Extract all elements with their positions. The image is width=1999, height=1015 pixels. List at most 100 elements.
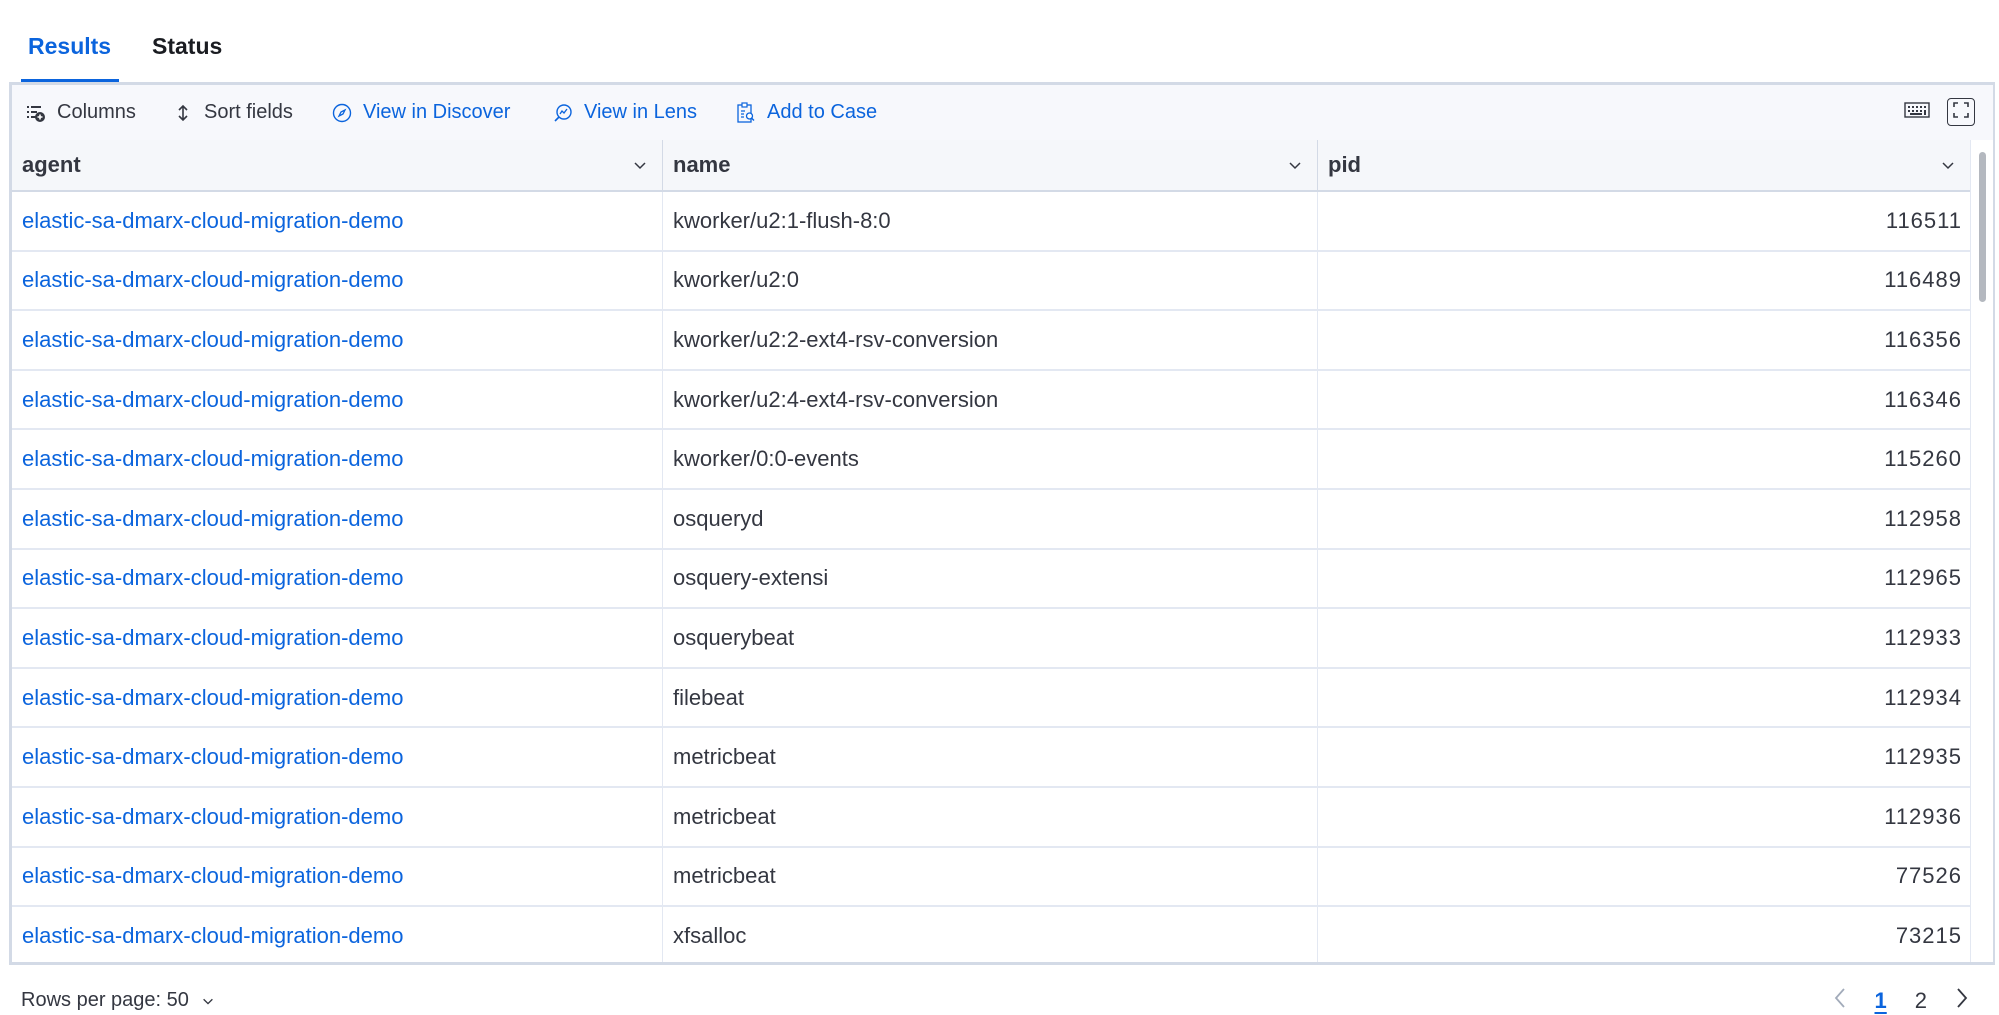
sort-fields-button[interactable]: Sort fields [172, 85, 293, 140]
view-in-lens-label: View in Lens [584, 101, 698, 123]
cell-pid: 112936 [1318, 788, 1970, 846]
cell-agent[interactable]: elastic-sa-dmarx-cloud-migration-demo [12, 907, 663, 962]
cell-name: kworker/u2:2-ext4-rsv-conversion [663, 311, 1318, 369]
page-2-button[interactable]: 2 [1915, 988, 1927, 1014]
cell-agent[interactable]: elastic-sa-dmarx-cloud-migration-demo [12, 311, 663, 369]
cell-agent[interactable]: elastic-sa-dmarx-cloud-migration-demo [12, 192, 663, 250]
cell-agent[interactable]: elastic-sa-dmarx-cloud-migration-demo [12, 847, 663, 906]
grid-toolbar: Columns Sort fields View in Discover Vie… [12, 85, 1993, 142]
table-row: elastic-sa-dmarx-cloud-migration-demo kwo… [12, 192, 1970, 252]
keyboard-icon [1904, 101, 1930, 124]
cell-name: xfsalloc [663, 907, 1318, 962]
table-row: elastic-sa-dmarx-cloud-migration-demo met… [12, 788, 1970, 848]
next-page-button[interactable] [1955, 987, 1969, 1015]
chevron-left-icon [1834, 988, 1845, 1008]
column-header-label: pid [1328, 152, 1361, 177]
cell-agent[interactable]: elastic-sa-dmarx-cloud-migration-demo [12, 430, 663, 488]
cell-pid: 112935 [1318, 728, 1970, 786]
cell-pid: 116511 [1318, 192, 1970, 250]
columns-label: Columns [57, 101, 136, 123]
rows-per-page-label: Rows per page: 50 [21, 989, 189, 1011]
table-row: elastic-sa-dmarx-cloud-migration-demo kwo… [12, 430, 1970, 490]
lens-icon [552, 102, 574, 124]
table-row: elastic-sa-dmarx-cloud-migration-demo osq… [12, 490, 1970, 550]
cell-agent[interactable]: elastic-sa-dmarx-cloud-migration-demo [12, 668, 663, 727]
view-in-discover-button[interactable]: View in Discover [331, 85, 510, 140]
cell-name: metricbeat [663, 788, 1318, 846]
cell-pid: 116346 [1318, 371, 1970, 429]
clipboard-icon [735, 101, 757, 124]
sort-icon [172, 102, 194, 124]
tab-results[interactable]: Results [28, 33, 111, 60]
grid-body: elastic-sa-dmarx-cloud-migration-demo kwo… [12, 192, 1970, 962]
cell-agent[interactable]: elastic-sa-dmarx-cloud-migration-demo [12, 251, 663, 310]
tab-status[interactable]: Status [152, 33, 222, 60]
cell-name: osquery-extensi [663, 549, 1318, 608]
chevron-right-icon [1957, 988, 1968, 1008]
cell-name: kworker/u2:1-flush-8:0 [663, 192, 1318, 250]
table-row: elastic-sa-dmarx-cloud-migration-demo kwo… [12, 311, 1970, 371]
fullscreen-button[interactable] [1947, 98, 1975, 126]
fullscreen-icon [1952, 101, 1970, 124]
table-row: elastic-sa-dmarx-cloud-migration-demo kwo… [12, 251, 1970, 312]
column-header-pid[interactable]: pid [1318, 140, 1970, 190]
table-row: elastic-sa-dmarx-cloud-migration-demo met… [12, 728, 1970, 788]
cell-agent[interactable]: elastic-sa-dmarx-cloud-migration-demo [12, 728, 663, 786]
grid-footer: Rows per page: 50 1 2 [0, 965, 1999, 1013]
column-header-name[interactable]: name [663, 140, 1318, 190]
grid-header-row: agent name pid [12, 140, 1970, 192]
columns-button[interactable]: Columns [25, 85, 136, 140]
cell-pid: 115260 [1318, 430, 1970, 488]
page-1-button[interactable]: 1 [1875, 988, 1887, 1014]
chevron-down-icon[interactable] [1940, 157, 1956, 173]
cell-agent[interactable]: elastic-sa-dmarx-cloud-migration-demo [12, 609, 663, 667]
cell-name: metricbeat [663, 728, 1318, 786]
add-to-case-button[interactable]: Add to Case [735, 85, 877, 140]
columns-icon [25, 102, 47, 124]
cell-pid: 112965 [1318, 550, 1970, 608]
cell-pid: 77526 [1318, 848, 1970, 906]
cell-pid: 112958 [1318, 490, 1970, 548]
view-in-lens-button[interactable]: View in Lens [552, 85, 697, 140]
cell-name: metricbeat [663, 847, 1318, 906]
table-row: elastic-sa-dmarx-cloud-migration-demo fil… [12, 668, 1970, 729]
cell-agent[interactable]: elastic-sa-dmarx-cloud-migration-demo [12, 370, 663, 429]
cell-pid: 112933 [1318, 609, 1970, 667]
column-header-agent[interactable]: agent [12, 140, 663, 190]
vertical-scrollbar[interactable] [1970, 140, 1993, 962]
cell-agent[interactable]: elastic-sa-dmarx-cloud-migration-demo [12, 490, 663, 548]
keyboard-shortcuts-button[interactable] [1902, 97, 1932, 127]
cell-pid: 116356 [1318, 311, 1970, 369]
view-in-discover-label: View in Discover [363, 101, 511, 123]
cell-name: kworker/0:0-events [663, 430, 1318, 488]
chevron-down-icon[interactable] [1287, 157, 1303, 173]
tab-bar: Results Status [0, 0, 1999, 83]
cell-name: filebeat [663, 668, 1318, 727]
cell-agent[interactable]: elastic-sa-dmarx-cloud-migration-demo [12, 788, 663, 846]
compass-icon [331, 102, 353, 124]
cell-pid: 73215 [1318, 907, 1970, 962]
sort-fields-label: Sort fields [204, 101, 293, 123]
column-header-label: name [673, 152, 731, 177]
previous-page-button[interactable] [1833, 987, 1847, 1015]
table-row: elastic-sa-dmarx-cloud-migration-demo met… [12, 847, 1970, 908]
chevron-down-icon[interactable] [632, 157, 648, 173]
cell-pid: 116489 [1318, 252, 1970, 310]
column-header-label: agent [22, 152, 81, 177]
cell-name: kworker/u2:0 [663, 251, 1318, 310]
cell-name: kworker/u2:4-ext4-rsv-conversion [663, 370, 1318, 429]
cell-agent[interactable]: elastic-sa-dmarx-cloud-migration-demo [12, 549, 663, 608]
rows-per-page-button[interactable]: Rows per page: 50 [21, 989, 215, 1012]
table-row: elastic-sa-dmarx-cloud-migration-demo xfs… [12, 907, 1970, 962]
table-row: elastic-sa-dmarx-cloud-migration-demo osq… [12, 549, 1970, 610]
chevron-down-icon [203, 998, 213, 1005]
results-data-grid: Columns Sort fields View in Discover Vie… [9, 82, 1995, 965]
cell-name: osquerybeat [663, 609, 1318, 667]
pagination: 1 2 [1833, 987, 1970, 1015]
scrollbar-thumb[interactable] [1979, 152, 1986, 302]
cell-pid: 112934 [1318, 669, 1970, 727]
add-to-case-label: Add to Case [767, 101, 878, 123]
table-row: elastic-sa-dmarx-cloud-migration-demo osq… [12, 609, 1970, 669]
table-row: elastic-sa-dmarx-cloud-migration-demo kwo… [12, 370, 1970, 431]
cell-name: osqueryd [663, 490, 1318, 548]
